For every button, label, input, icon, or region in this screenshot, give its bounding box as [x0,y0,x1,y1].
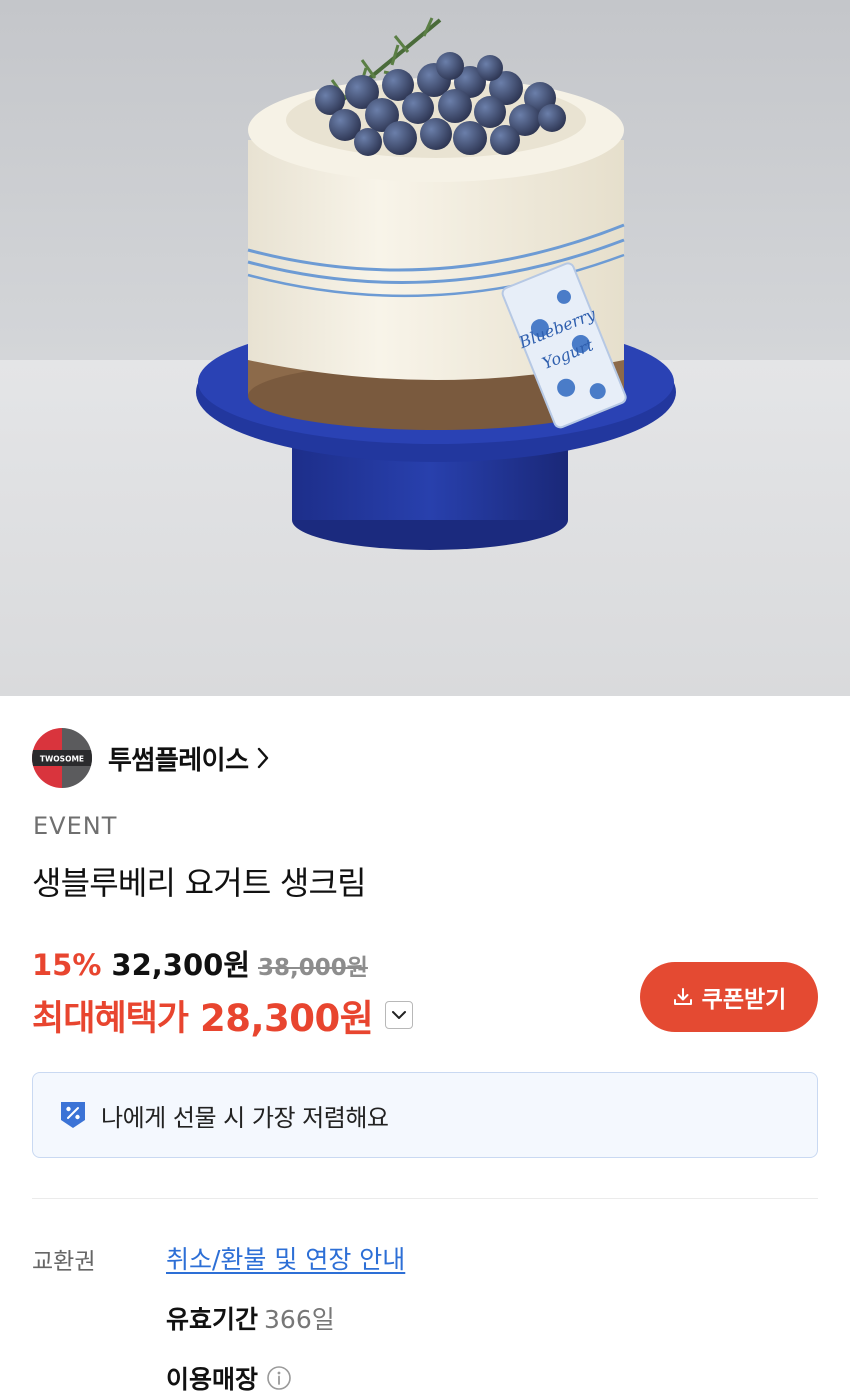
chevron-right-icon [255,745,271,771]
download-icon [673,988,692,1005]
discount-tag-icon [61,1102,85,1128]
max-benefit-row: 최대혜택가 28,300원 [32,988,414,1042]
validity-period: 유효기간 366일 [166,1300,335,1336]
brand-name: 투썸플레이스 [108,745,249,776]
info-icon[interactable] [266,1365,292,1391]
gift-info-text: 나에게 선물 시 가장 저렴해요 [101,1103,389,1132]
brand-logo-text: TWOSOME [40,755,84,764]
validity-label: 유효기간 [166,1305,259,1334]
coupon-button-label: 쿠폰받기 [701,986,787,1012]
gift-info-banner: 나에게 선물 시 가장 저렴해요 [32,1072,818,1158]
section-divider [32,1198,818,1199]
brand-logo: TWOSOME [32,728,92,788]
benefit-expand-button[interactable] [385,1001,414,1029]
brand-link[interactable]: TWOSOME 투썸플레이스 [32,728,271,788]
coupon-download-button[interactable]: 쿠폰받기 [640,962,818,1032]
refund-policy-link[interactable]: 취소/환불 및 연장 안내 [166,1240,405,1276]
max-benefit-price: 28,300원 [200,997,374,1040]
available-stores: 이용매장 [166,1360,292,1396]
validity-value: 366일 [264,1305,335,1334]
max-benefit-label: 최대혜택가 [32,998,189,1039]
discount-rate: 15% [32,948,102,982]
original-price: 38,000원 [258,955,368,981]
product-image[interactable]: Blueberry Yogurt [0,0,850,696]
event-badge: EVENT [33,812,118,840]
sale-price: 32,300원 [111,948,251,982]
store-label: 이용매장 [166,1365,259,1394]
chevron-down-icon [392,1011,407,1019]
product-title: 생블루베리 요거트 생크림 [32,864,367,902]
voucher-type-label: 교환권 [32,1249,96,1275]
price-row: 15% 32,300원 38,000원 [32,942,368,984]
